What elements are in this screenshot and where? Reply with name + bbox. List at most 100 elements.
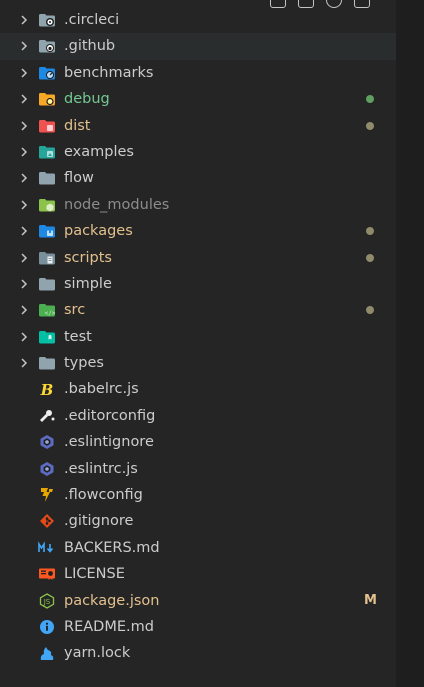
file-row[interactable]: LICENSE — [0, 561, 396, 587]
svg-text:JS: JS — [43, 598, 51, 606]
file-row[interactable]: .gitignore — [0, 508, 396, 534]
editorconfig-icon — [38, 408, 56, 424]
chevron-right-icon[interactable] — [18, 252, 30, 264]
markdown-icon — [38, 540, 56, 556]
tree-item-label: .circleci — [64, 12, 120, 28]
nodejs-icon: JS — [38, 592, 56, 609]
chevron-right-icon[interactable] — [18, 120, 30, 132]
tree-item-label: yarn.lock — [64, 645, 131, 662]
chevron-right-icon[interactable] — [18, 93, 30, 105]
file-row[interactable]: .editorconfig — [0, 403, 396, 429]
tree-item-label: node_modules — [64, 196, 170, 213]
tree-item-label: LICENSE — [64, 566, 125, 583]
folder-row[interactable]: packages — [0, 218, 396, 244]
tree-item-label: flow — [64, 170, 94, 187]
git-status-dot — [366, 306, 374, 315]
tree-item-label: simple — [64, 275, 112, 292]
folder-debug-icon — [38, 91, 56, 107]
folder-row[interactable]: dist — [0, 113, 396, 139]
tree-item-label: .babelrc.js — [64, 381, 139, 398]
folder-icon — [38, 170, 56, 186]
folder-dist-icon — [38, 118, 56, 134]
chevron-right-icon[interactable] — [18, 40, 30, 52]
folder-row[interactable]: .circleci — [0, 7, 396, 33]
file-row[interactable]: yarn.lock — [0, 640, 396, 666]
tree-item-label: BACKERS.md — [64, 539, 160, 556]
folder-benchmark-icon — [38, 65, 56, 81]
folder-row[interactable]: debug — [0, 86, 396, 112]
tree-item-label: benchmarks — [64, 64, 154, 81]
flow-icon — [38, 487, 56, 503]
file-row[interactable]: README.md — [0, 614, 396, 640]
git-status-dot — [366, 227, 374, 236]
folder-examples-icon — [38, 144, 56, 160]
tree-item-label: .gitignore — [64, 513, 134, 530]
yarn-icon — [38, 645, 56, 661]
folder-row[interactable]: simple — [0, 271, 396, 297]
tree-item-label: .eslintrc.js — [64, 460, 138, 477]
git-status-badge: M — [364, 592, 377, 608]
chevron-right-icon[interactable] — [18, 67, 30, 79]
tree-item-label: .editorconfig — [64, 407, 156, 424]
git-status-dot — [366, 253, 374, 262]
eslint-icon — [38, 434, 56, 450]
chevron-right-icon[interactable] — [18, 199, 30, 211]
file-row[interactable]: JS package.json M — [0, 588, 396, 614]
tree-item-label: dist — [64, 117, 91, 134]
folder-row[interactable]: test — [0, 324, 396, 350]
folder-node-icon — [38, 197, 56, 213]
tree-item-label: .eslintignore — [64, 434, 154, 451]
tree-item-label: .github — [64, 38, 116, 55]
tree-item-label: test — [64, 328, 92, 345]
chevron-right-icon[interactable] — [18, 146, 30, 158]
file-row[interactable]: .eslintignore — [0, 429, 396, 455]
tree-item-label: README.md — [64, 618, 154, 635]
svg-text:</>: </> — [45, 310, 56, 317]
folder-circleci-icon — [38, 12, 56, 28]
folder-packages-icon — [38, 223, 56, 239]
chevron-right-icon[interactable] — [18, 14, 30, 26]
folder-icon — [38, 355, 56, 371]
git-status-dot — [366, 95, 374, 104]
folder-row[interactable]: scripts — [0, 245, 396, 271]
tree-item-label: package.json — [64, 592, 160, 609]
chevron-right-icon[interactable] — [18, 278, 30, 290]
svg-text:B: B — [40, 381, 54, 397]
folder-row[interactable]: types — [0, 350, 396, 376]
license-icon — [38, 566, 56, 582]
folder-row[interactable]: </> src — [0, 297, 396, 323]
editor-area-edge — [396, 0, 424, 687]
tree-item-label: packages — [64, 223, 133, 240]
file-row[interactable]: BACKERS.md — [0, 535, 396, 561]
folder-row[interactable]: examples — [0, 139, 396, 165]
folder-github-icon — [38, 38, 56, 54]
git-status-dot — [366, 121, 374, 130]
file-row[interactable]: .flowconfig — [0, 482, 396, 508]
folder-row[interactable]: benchmarks — [0, 60, 396, 86]
git-icon — [38, 513, 56, 529]
chevron-right-icon[interactable] — [18, 225, 30, 237]
babel-icon: B — [38, 381, 56, 399]
eslint-icon — [38, 461, 56, 477]
file-explorer: .circleci .github benchmarks debug dist examp… — [0, 0, 396, 687]
folder-row[interactable]: node_modules — [0, 192, 396, 218]
folder-icon — [38, 276, 56, 292]
folder-src-icon: </> — [38, 302, 56, 318]
chevron-right-icon[interactable] — [18, 304, 30, 316]
chevron-right-icon[interactable] — [18, 172, 30, 184]
folder-scripts-icon — [38, 250, 56, 266]
file-tree: .circleci .github benchmarks debug dist examp… — [0, 7, 396, 667]
tree-item-label: scripts — [64, 249, 112, 266]
tree-item-label: .flowconfig — [64, 487, 143, 504]
folder-row[interactable]: .github — [0, 33, 396, 60]
chevron-right-icon[interactable] — [18, 331, 30, 343]
tree-item-label: examples — [64, 143, 134, 160]
file-row[interactable]: B .babelrc.js — [0, 376, 396, 402]
folder-row[interactable]: flow — [0, 165, 396, 191]
info-icon — [38, 619, 56, 635]
tree-item-label: src — [64, 302, 86, 319]
folder-test-icon — [38, 329, 56, 345]
chevron-right-icon[interactable] — [18, 357, 30, 369]
tree-item-label: types — [64, 355, 104, 372]
file-row[interactable]: .eslintrc.js — [0, 456, 396, 482]
